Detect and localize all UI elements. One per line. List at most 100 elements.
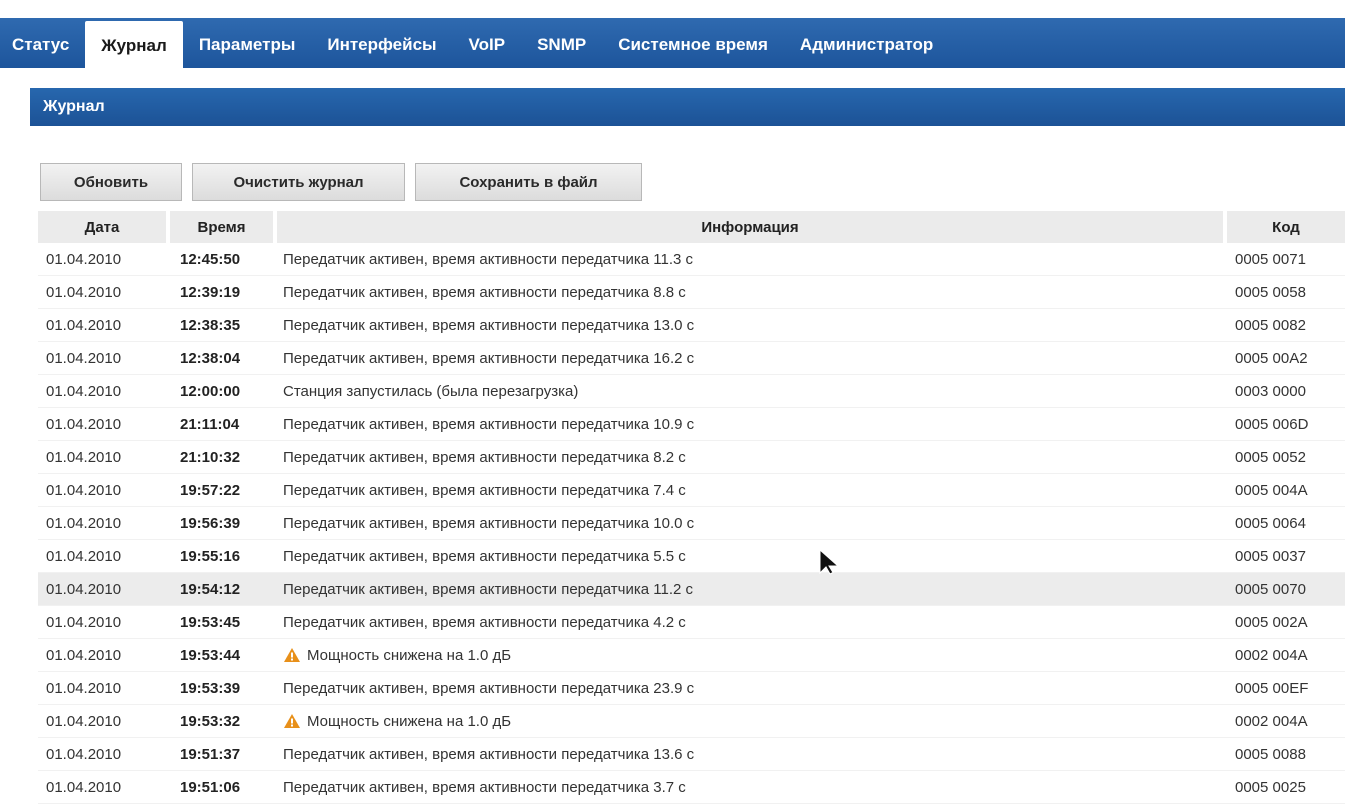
table-row[interactable]: 01.04.2010 19:56:39 Передатчик активен, вр… [38, 506, 1345, 540]
cell-time: 19:56:39 [168, 506, 275, 540]
cell-code: 0005 0082 [1225, 308, 1345, 342]
tab-interfaces[interactable]: Интерфейсы [311, 18, 452, 68]
log-panel: Журнал Обновить Очистить журнал Сохранит… [30, 68, 1345, 804]
cell-time: 19:53:44 [168, 638, 275, 672]
table-row[interactable]: 01.04.2010 19:55:16 Передатчик активен, вр… [38, 539, 1345, 573]
cell-time: 12:00:00 [168, 374, 275, 408]
cell-info: Передатчик активен, время активности пер… [275, 539, 1225, 573]
table-row[interactable]: 01.04.2010 12:38:04 Передатчик активен, вр… [38, 341, 1345, 375]
cell-info: Передатчик активен, время активности пер… [275, 737, 1225, 771]
cell-code: 0003 0000 [1225, 374, 1345, 408]
cell-date: 01.04.2010 [38, 671, 168, 705]
warning-icon [284, 647, 300, 662]
cell-info: Передатчик активен, время активности пер… [275, 572, 1225, 606]
cell-time: 19:54:12 [168, 572, 275, 606]
table-row[interactable]: 01.04.2010 19:54:12 Передатчик активен, вр… [38, 572, 1345, 606]
column-header-code[interactable]: Код [1225, 211, 1345, 243]
clear-log-button[interactable]: Очистить журнал [192, 163, 405, 201]
cell-code: 0005 0037 [1225, 539, 1345, 573]
column-header-date[interactable]: Дата [38, 211, 170, 243]
info-text: Передатчик активен, время активности пер… [283, 547, 686, 565]
info-text: Передатчик активен, время активности пер… [283, 613, 686, 631]
info-text: Станция запустилась (была перезагрузка) [283, 382, 579, 400]
cell-date: 01.04.2010 [38, 704, 168, 738]
info-text: Передатчик активен, время активности пер… [283, 316, 695, 334]
tab-voip[interactable]: VoIP [453, 18, 522, 68]
table-row[interactable]: 01.04.2010 19:51:37 Передатчик активен, вр… [38, 737, 1345, 771]
table-row[interactable]: 01.04.2010 19:53:44 Мощность снижена на 1.… [38, 638, 1345, 672]
table-row[interactable]: 01.04.2010 19:53:45 Передатчик активен, вр… [38, 605, 1345, 639]
cell-time: 21:11:04 [168, 407, 275, 441]
tab-system-time[interactable]: Системное время [602, 18, 784, 68]
cell-code: 0005 0058 [1225, 275, 1345, 309]
table-row[interactable]: 01.04.2010 19:51:06 Передатчик активен, вр… [38, 770, 1345, 804]
tab-snmp[interactable]: SNMP [521, 18, 602, 68]
cell-time: 12:38:35 [168, 308, 275, 342]
cell-code: 0005 0071 [1225, 243, 1345, 276]
cell-date: 01.04.2010 [38, 572, 168, 606]
tab-log[interactable]: Журнал [85, 21, 183, 69]
tab-administrator[interactable]: Администратор [784, 18, 949, 68]
cell-time: 19:53:45 [168, 605, 275, 639]
info-text: Передатчик активен, время активности пер… [283, 580, 694, 598]
cell-info: Передатчик активен, время активности пер… [275, 341, 1225, 375]
log-table: Дата Время Информация Код 01.04.2010 12:4… [38, 211, 1345, 804]
table-header-row: Дата Время Информация Код [38, 211, 1345, 243]
cell-time: 19:57:22 [168, 473, 275, 507]
cell-code: 0005 006D [1225, 407, 1345, 441]
cell-date: 01.04.2010 [38, 275, 168, 309]
cell-date: 01.04.2010 [38, 539, 168, 573]
cell-info: Передатчик активен, время активности пер… [275, 308, 1225, 342]
top-spacer [0, 0, 1345, 18]
info-text: Передатчик активен, время активности пер… [283, 745, 695, 763]
cell-date: 01.04.2010 [38, 506, 168, 540]
cell-info: Мощность снижена на 1.0 дБ [275, 638, 1225, 672]
cell-date: 01.04.2010 [38, 638, 168, 672]
mouse-cursor-icon [819, 549, 840, 575]
info-text: Передатчик активен, время активности пер… [283, 283, 686, 301]
cell-code: 0005 0064 [1225, 506, 1345, 540]
table-row[interactable]: 01.04.2010 19:57:22 Передатчик активен, вр… [38, 473, 1345, 507]
tab-parameters[interactable]: Параметры [183, 18, 312, 68]
cell-time: 21:10:32 [168, 440, 275, 474]
cell-date: 01.04.2010 [38, 308, 168, 342]
cell-info: Передатчик активен, время активности пер… [275, 506, 1225, 540]
table-row[interactable]: 01.04.2010 12:39:19 Передатчик активен, вр… [38, 275, 1345, 309]
cell-code: 0005 0052 [1225, 440, 1345, 474]
cell-info: Передатчик активен, время активности пер… [275, 605, 1225, 639]
cell-time: 12:39:19 [168, 275, 275, 309]
info-text: Передатчик активен, время активности пер… [283, 250, 694, 268]
cell-time: 12:45:50 [168, 243, 275, 276]
table-row[interactable]: 01.04.2010 12:00:00 Станция запустилась (б… [38, 374, 1345, 408]
cell-date: 01.04.2010 [38, 341, 168, 375]
cell-code: 0002 004A [1225, 704, 1345, 738]
cell-code: 0005 002A [1225, 605, 1345, 639]
cell-date: 01.04.2010 [38, 473, 168, 507]
info-text: Передатчик активен, время активности пер… [283, 679, 695, 697]
refresh-button[interactable]: Обновить [40, 163, 182, 201]
cell-code: 0005 0025 [1225, 770, 1345, 804]
warning-icon [284, 713, 300, 728]
info-text: Передатчик активен, время активности пер… [283, 415, 695, 433]
tab-status[interactable]: Статус [0, 18, 85, 68]
cell-info: Передатчик активен, время активности пер… [275, 770, 1225, 804]
cell-time: 19:53:39 [168, 671, 275, 705]
table-row[interactable]: 01.04.2010 19:53:32 Мощность снижена на 1.… [38, 704, 1345, 738]
cell-info: Передатчик активен, время активности пер… [275, 440, 1225, 474]
save-to-file-button[interactable]: Сохранить в файл [415, 163, 642, 201]
cell-info: Передатчик активен, время активности пер… [275, 275, 1225, 309]
cell-code: 0002 004A [1225, 638, 1345, 672]
column-header-info[interactable]: Информация [275, 211, 1227, 243]
table-row[interactable]: 01.04.2010 21:10:32 Передатчик активен, вр… [38, 440, 1345, 474]
table-row[interactable]: 01.04.2010 21:11:04 Передатчик активен, вр… [38, 407, 1345, 441]
cell-code: 0005 00EF [1225, 671, 1345, 705]
table-row[interactable]: 01.04.2010 12:38:35 Передатчик активен, вр… [38, 308, 1345, 342]
table-row[interactable]: 01.04.2010 19:53:39 Передатчик активен, вр… [38, 671, 1345, 705]
table-row[interactable]: 01.04.2010 12:45:50 Передатчик активен, вр… [38, 243, 1345, 276]
cell-date: 01.04.2010 [38, 407, 168, 441]
cell-date: 01.04.2010 [38, 737, 168, 771]
log-toolbar: Обновить Очистить журнал Сохранить в фай… [40, 163, 642, 201]
column-header-time[interactable]: Время [168, 211, 277, 243]
cell-time: 19:51:37 [168, 737, 275, 771]
main-nav-tabs: Статус Журнал Параметры Интерфейсы VoIP … [0, 18, 1345, 69]
